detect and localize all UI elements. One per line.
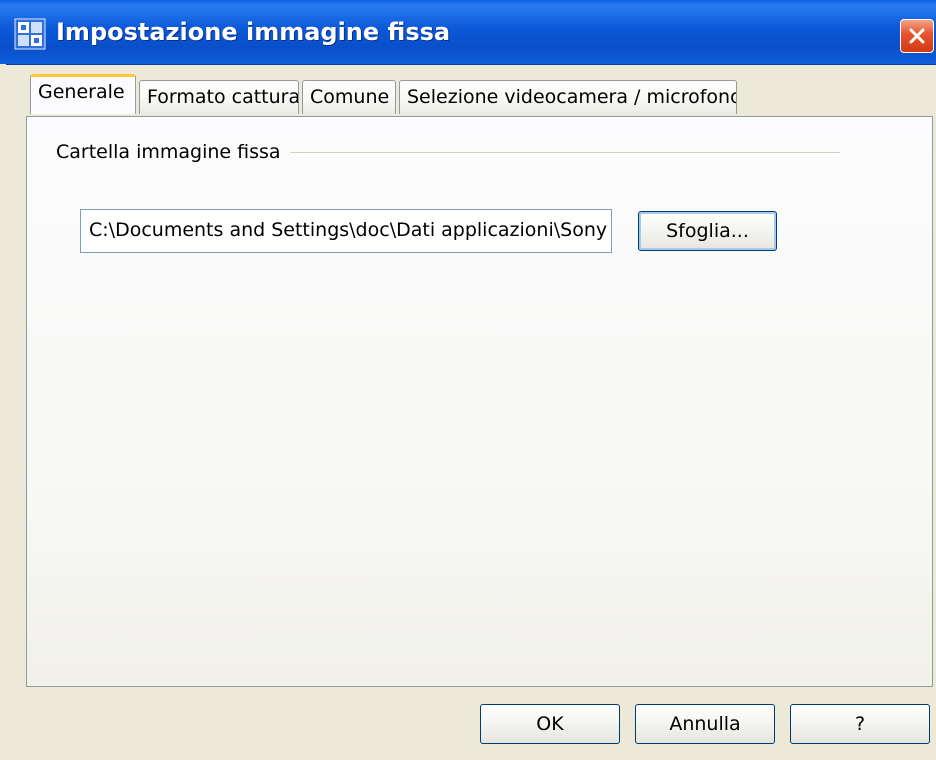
cancel-button-label: Annulla <box>669 713 741 735</box>
app-window-icon <box>14 18 46 50</box>
help-button-label: ? <box>854 713 866 735</box>
window-left-border <box>0 64 6 760</box>
ok-button-label: OK <box>536 713 564 735</box>
help-button[interactable]: ? <box>790 704 930 744</box>
browse-button[interactable]: Sfoglia... <box>638 211 777 251</box>
tab-generale[interactable]: Generale <box>30 74 136 114</box>
tab-panel-generale <box>26 116 933 687</box>
ok-button[interactable]: OK <box>480 704 620 744</box>
close-button[interactable] <box>900 19 934 53</box>
dialog-window: Impostazione immagine fissa Generale For… <box>0 0 936 760</box>
group-label-folder: Cartella immagine fissa <box>56 141 281 163</box>
window-title: Impostazione immagine fissa <box>56 18 451 46</box>
browse-button-label: Sfoglia... <box>666 220 749 242</box>
tab-formato-cattura[interactable]: Formato cattura <box>139 80 299 114</box>
folder-path-field[interactable]: C:\Documents and Settings\doc\Dati appli… <box>80 209 612 253</box>
title-bar[interactable]: Impostazione immagine fissa <box>0 0 936 65</box>
cancel-button[interactable]: Annulla <box>635 704 775 744</box>
tab-selezione-videocamera[interactable]: Selezione videocamera / microfono <box>399 80 737 114</box>
group-divider <box>290 152 840 154</box>
tab-comune[interactable]: Comune <box>302 80 396 114</box>
